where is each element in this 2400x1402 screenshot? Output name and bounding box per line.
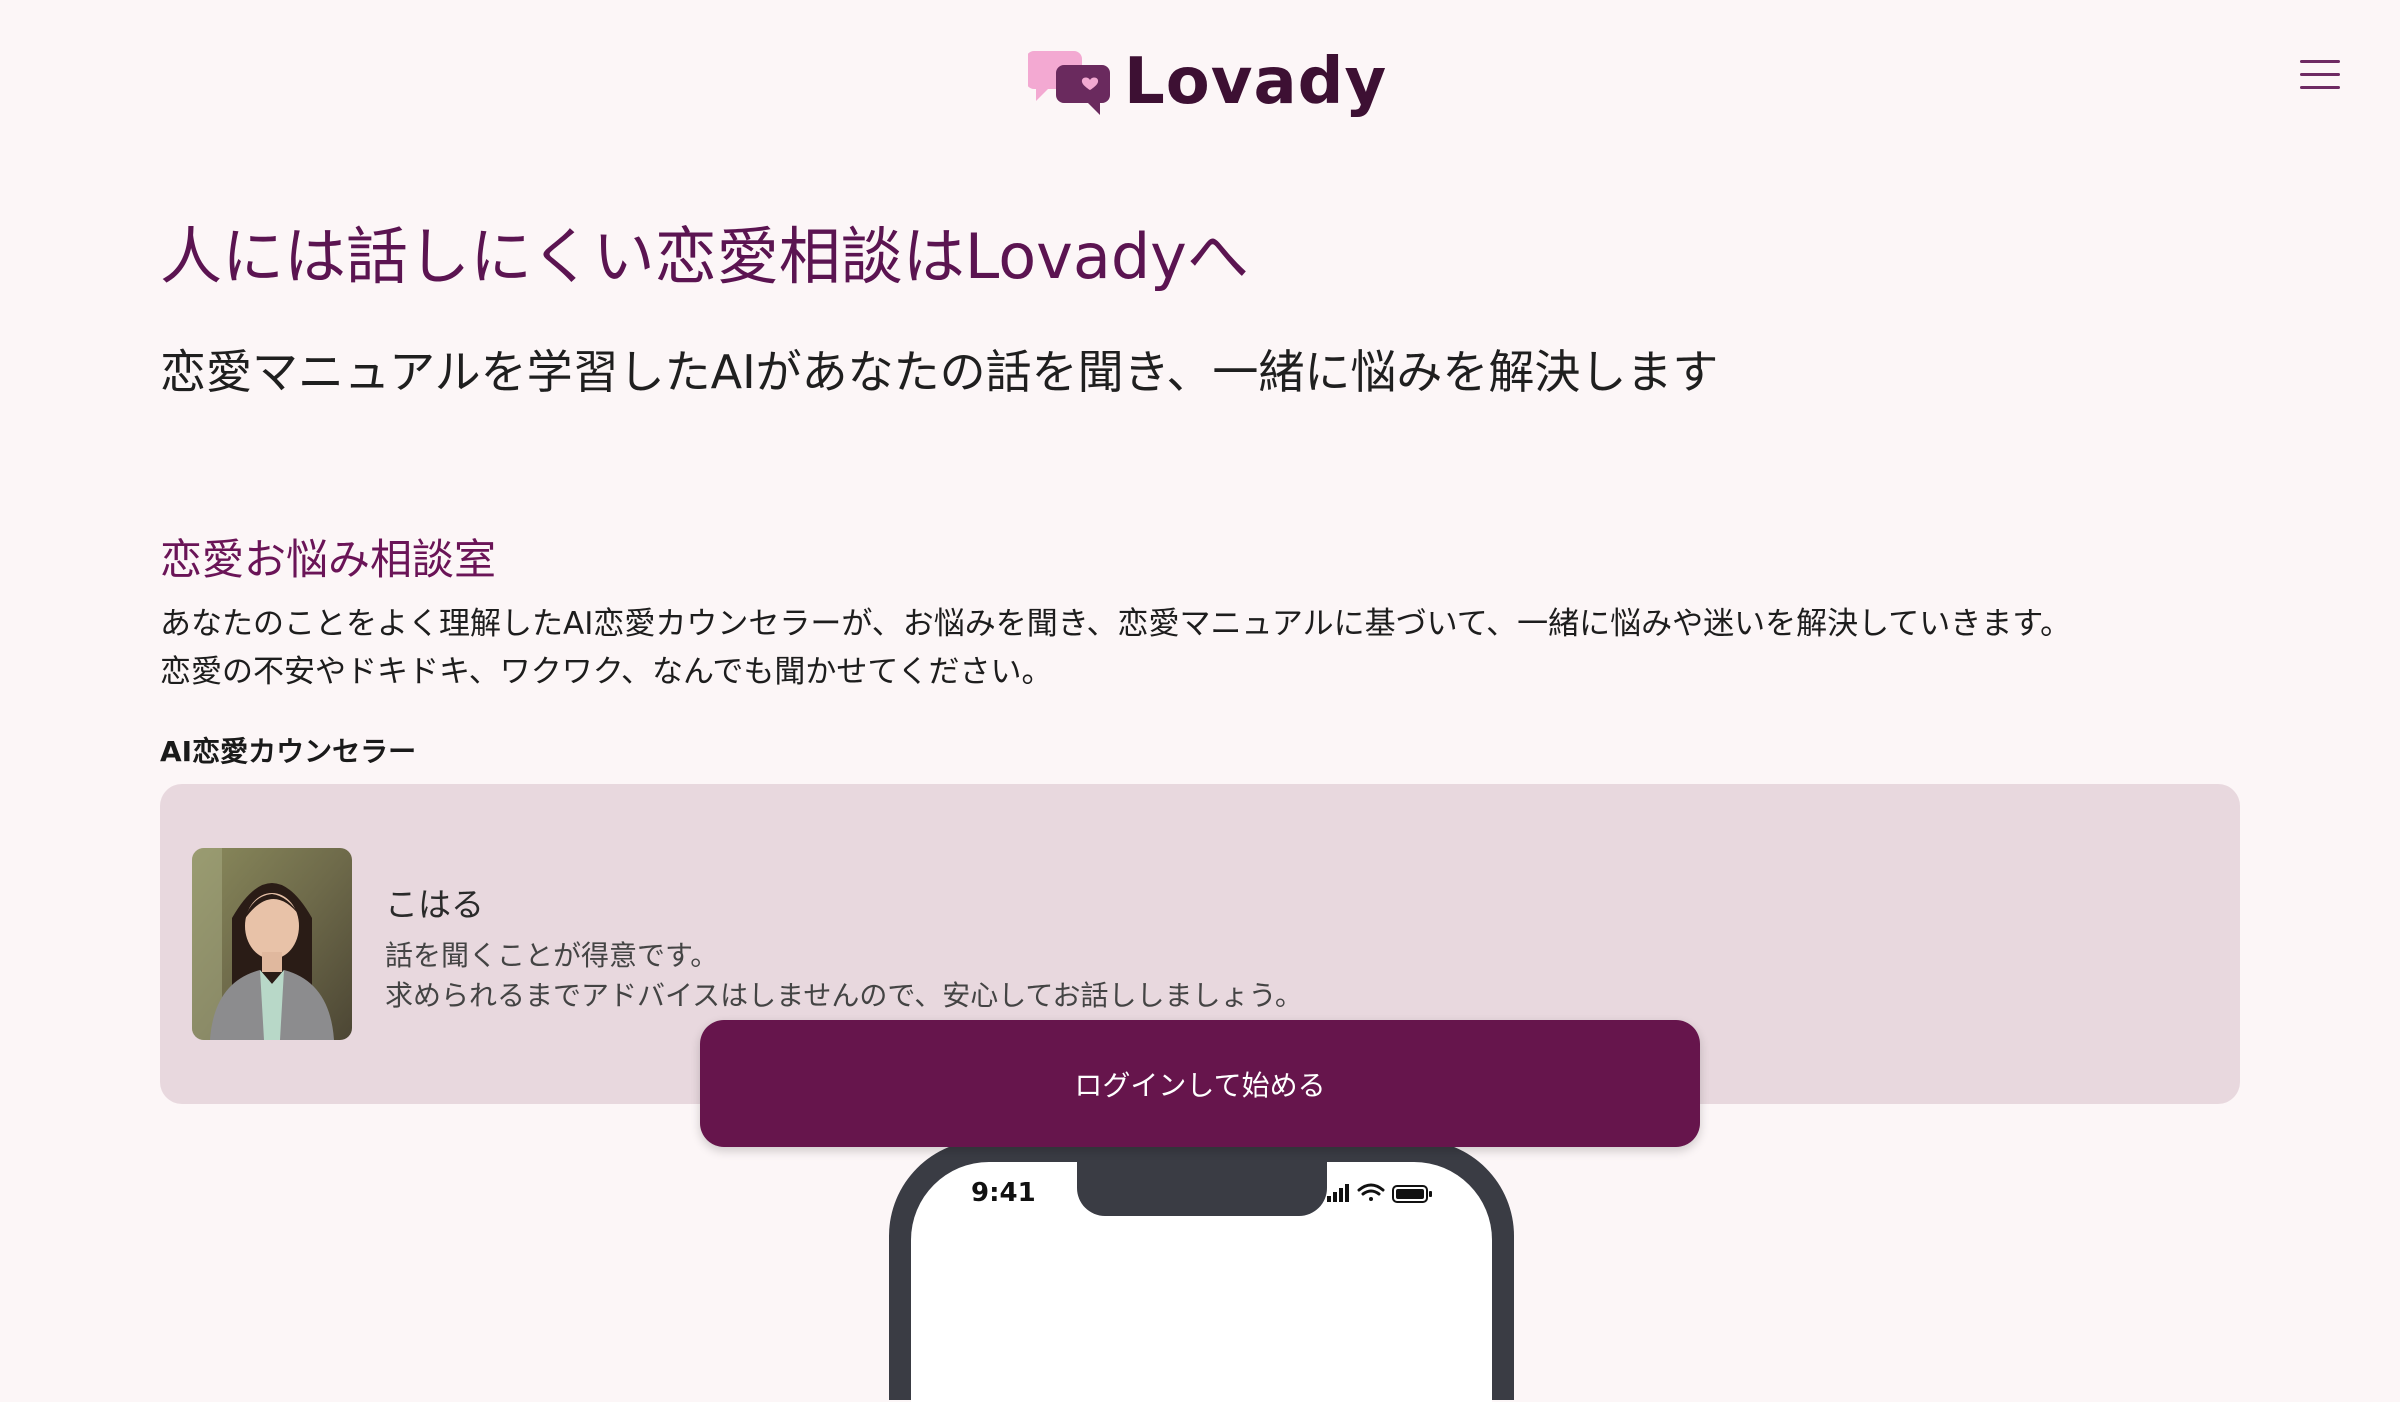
battery-icon xyxy=(1392,1185,1432,1203)
hamburger-menu-icon[interactable] xyxy=(2300,60,2340,100)
login-start-button[interactable]: ログインして始める xyxy=(700,1020,1700,1147)
phone-mockup: 9:41 xyxy=(889,1140,1514,1402)
section-description: あなたのことをよく理解したAI恋愛カウンセラーが、お悩みを聞き、恋愛マニュアルに… xyxy=(160,600,2071,696)
site-header: Lovady xyxy=(0,0,2400,160)
brand-name: Lovady xyxy=(1124,45,1388,119)
chat-bubbles-heart-icon xyxy=(1028,51,1110,115)
signal-icon xyxy=(1327,1184,1349,1202)
counselor-heading: AI恋愛カウンセラー xyxy=(160,735,417,768)
counselor-name: こはる xyxy=(385,885,484,924)
brand-logo[interactable]: Lovady xyxy=(1028,42,1387,122)
section-description-line: 恋愛の不安やドキドキ、ワクワク、なんでも聞かせてください。 xyxy=(160,654,1053,690)
counselor-description-line: 話を聞くことが得意です。 xyxy=(385,939,719,972)
section-title: 恋愛お悩み相談室 xyxy=(160,535,497,584)
section-description-line: あなたのことをよく理解したAI恋愛カウンセラーが、お悩みを聞き、恋愛マニュアルに… xyxy=(160,606,2072,642)
hero-title: 人には話しにくい恋愛相談はLovadyへ xyxy=(160,220,1249,293)
hero-subtitle: 恋愛マニュアルを学習したAIがあなたの話を聞き、一緒に悩みを解決します xyxy=(160,345,1719,399)
wifi-icon xyxy=(1357,1183,1385,1201)
phone-status-bar xyxy=(1327,1183,1432,1203)
counselor-avatar xyxy=(192,848,352,1040)
phone-notch xyxy=(1077,1162,1327,1216)
phone-time: 9:41 xyxy=(971,1178,1036,1208)
counselor-description: 話を聞くことが得意です。 求められるまでアドバイスはしませんので、安心してお話し… xyxy=(385,936,1303,1016)
counselor-description-line: 求められるまでアドバイスはしませんので、安心してお話ししましょう。 xyxy=(385,979,1303,1012)
